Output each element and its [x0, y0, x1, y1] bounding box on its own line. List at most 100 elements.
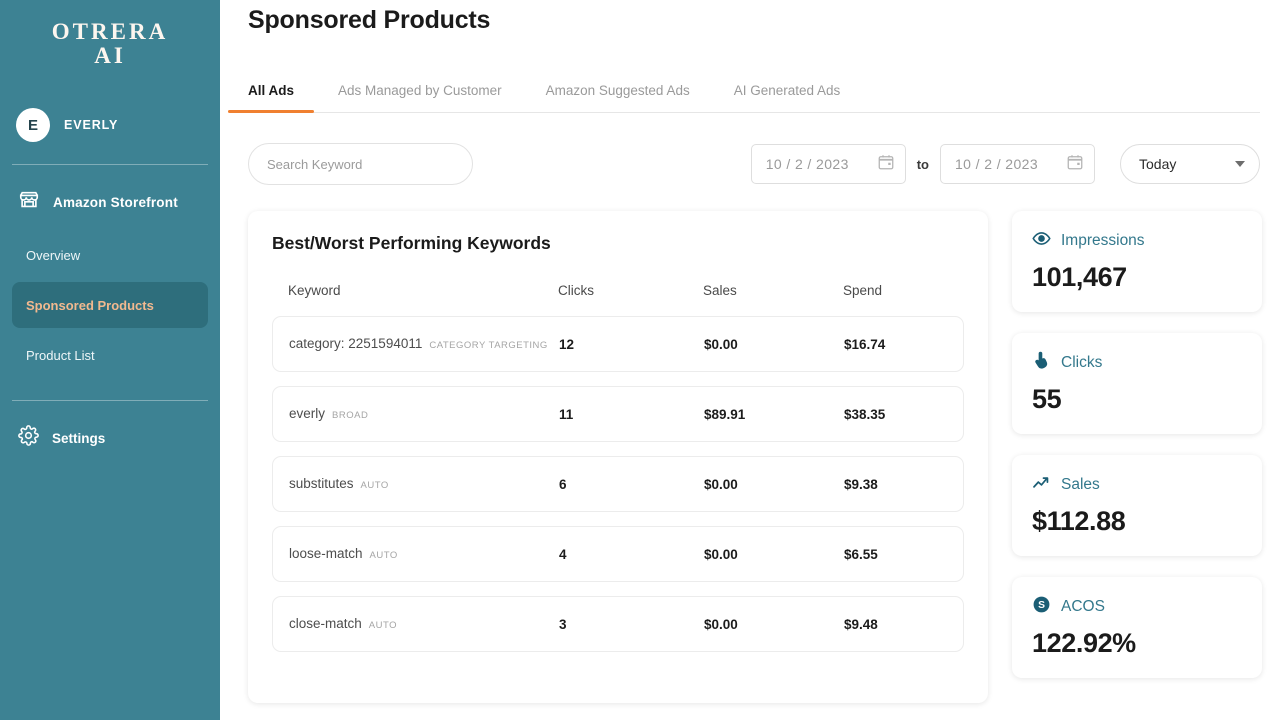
- row-spend-cell: $38.35: [844, 406, 886, 422]
- keywords-panel-title: Best/Worst Performing Keywords: [272, 233, 551, 253]
- table-row[interactable]: everly BROAD 11 $89.91 $38.35: [272, 386, 964, 442]
- search-input[interactable]: [248, 143, 473, 185]
- click-hand-icon: [1032, 351, 1051, 375]
- date-from-field[interactable]: 10 / 2 / 2023: [750, 144, 906, 184]
- row-clicks-cell: 3: [559, 616, 567, 632]
- row-keyword-cell: category: 2251594011 CATEGORY TARGETING: [289, 335, 559, 353]
- row-clicks-cell: 4: [559, 546, 567, 562]
- metric-card-impressions: Impressions 101,467: [1012, 211, 1262, 312]
- tab-all-ads-label: All Ads: [248, 83, 295, 98]
- table-row[interactable]: loose-match AUTO 4 $0.00 $6.55: [272, 526, 964, 582]
- app-root: OTRERA AI E EVERLY Amazon Storefront Ove…: [0, 0, 1280, 720]
- logo-line-1: OTRERA: [51, 19, 169, 44]
- metric-label: ACOS: [1061, 598, 1105, 615]
- tab-ads-managed-by-customer-label: Ads Managed by Customer: [338, 83, 502, 98]
- sidebar-settings-label: Settings: [52, 430, 106, 446]
- row-clicks-cell: 12: [559, 336, 575, 352]
- svg-text:S: S: [1038, 600, 1045, 611]
- tab-amazon-suggested-ads-label: Amazon Suggested Ads: [545, 83, 690, 98]
- row-keyword-name: substitutes: [289, 476, 354, 491]
- column-header-spend: Spend: [843, 283, 883, 298]
- row-match-type-badge: AUTO: [368, 620, 397, 631]
- row-sales-cell: $0.00: [704, 476, 738, 492]
- filter-bar: 10 / 2 / 2023 to 10 / 2 / 2023: [248, 143, 1260, 185]
- date-range-to-label: to: [916, 156, 929, 172]
- row-spend-cell: $16.74: [844, 336, 886, 352]
- tab-ai-generated-ads-label: AI Generated Ads: [733, 83, 841, 98]
- row-keyword-name: category: 2251594011: [289, 336, 423, 351]
- metric-label: Clicks: [1061, 354, 1103, 371]
- sidebar-item-settings[interactable]: Settings: [0, 425, 220, 451]
- tab-ai-generated-ads[interactable]: AI Generated Ads: [734, 83, 841, 112]
- date-from-value: 10 / 2 / 2023: [765, 156, 849, 172]
- metric-head: Impressions: [1032, 229, 1242, 253]
- tab-bar: All Ads Ads Managed by Customer Amazon S…: [227, 83, 1260, 113]
- column-header-clicks: Clicks: [558, 283, 594, 298]
- column-header-sales: Sales: [703, 283, 737, 298]
- row-keyword-cell: everly BROAD: [289, 405, 559, 423]
- row-clicks-cell: 11: [559, 406, 574, 422]
- date-to-field[interactable]: 10 / 2 / 2023: [940, 144, 1095, 184]
- date-range-select-value: Today: [1139, 156, 1177, 172]
- date-to-value: 10 / 2 / 2023: [955, 156, 1039, 172]
- table-row[interactable]: category: 2251594011 CATEGORY TARGETING 1…: [272, 316, 964, 372]
- metric-head: S ACOS: [1032, 595, 1242, 619]
- account-row[interactable]: E EVERLY: [0, 108, 220, 143]
- row-spend-cell: $9.48: [844, 616, 878, 632]
- row-sales-cell: $0.00: [704, 616, 738, 632]
- date-range-select[interactable]: Today: [1120, 144, 1260, 184]
- gear-icon: [18, 425, 39, 451]
- row-keyword-name: everly: [289, 406, 326, 421]
- sidebar-item-sponsored-products-label: Sponsored Products: [26, 297, 154, 313]
- metric-card-sales: Sales $112.88: [1012, 455, 1262, 556]
- row-sales-cell: $0.00: [704, 546, 738, 562]
- sidebar-subnav: Overview Sponsored Products Product List: [0, 232, 220, 378]
- row-keyword-name: close-match: [289, 616, 362, 631]
- row-spend-cell: $6.55: [844, 546, 878, 562]
- row-keyword-cell: substitutes AUTO: [289, 475, 559, 493]
- logo-line-2: AI: [94, 43, 126, 69]
- column-header-keyword: Keyword: [288, 283, 341, 298]
- sidebar-item-product-list[interactable]: Product List: [12, 332, 208, 378]
- sidebar-item-product-list-label: Product List: [26, 347, 95, 363]
- sidebar-item-amazon-storefront[interactable]: Amazon Storefront: [0, 189, 220, 216]
- row-match-type-badge: BROAD: [332, 410, 369, 421]
- tab-ads-managed-by-customer[interactable]: Ads Managed by Customer: [338, 83, 502, 112]
- sidebar-item-sponsored-products[interactable]: Sponsored Products: [12, 282, 208, 329]
- main-content: Sponsored Products All Ads Ads Managed b…: [220, 0, 1280, 720]
- sidebar-main-label: Amazon Storefront: [53, 195, 178, 211]
- eye-icon: [1032, 229, 1051, 253]
- sidebar-item-overview[interactable]: Overview: [12, 232, 208, 278]
- sidebar: OTRERA AI E EVERLY Amazon Storefront Ove…: [0, 0, 220, 720]
- app-logo: OTRERA AI: [0, 0, 220, 68]
- avatar: E: [16, 108, 50, 143]
- calendar-icon[interactable]: [877, 153, 895, 176]
- sidebar-divider-top: [12, 164, 208, 166]
- tab-all-ads[interactable]: All Ads: [227, 83, 315, 113]
- table-row[interactable]: close-match AUTO 3 $0.00 $9.48: [272, 596, 964, 652]
- metric-value: 101,467: [1032, 262, 1127, 292]
- metric-value: 122.92%: [1032, 628, 1136, 658]
- keywords-panel: Best/Worst Performing Keywords Keyword C…: [248, 211, 988, 703]
- metric-value: 55: [1032, 384, 1062, 414]
- storefront-icon: [18, 189, 40, 216]
- row-keyword-cell: loose-match AUTO: [289, 545, 559, 563]
- chevron-down-icon: [1235, 161, 1245, 167]
- metric-card-acos: S ACOS 122.92%: [1012, 577, 1262, 678]
- row-keyword-name: loose-match: [289, 546, 363, 561]
- metric-head: Sales: [1032, 473, 1242, 497]
- dollar-coin-icon: S: [1032, 595, 1051, 619]
- row-match-type-badge: AUTO: [369, 550, 398, 561]
- table-row[interactable]: substitutes AUTO 6 $0.00 $9.38: [272, 456, 964, 512]
- trend-up-icon: [1032, 473, 1051, 497]
- metric-value: $112.88: [1032, 506, 1126, 536]
- tab-amazon-suggested-ads[interactable]: Amazon Suggested Ads: [546, 83, 690, 112]
- metric-head: Clicks: [1032, 351, 1242, 375]
- metric-cards: Impressions 101,467 Clicks 55 Sales $112…: [1012, 211, 1262, 678]
- row-sales-cell: $0.00: [704, 336, 738, 352]
- sidebar-item-overview-label: Overview: [26, 247, 81, 263]
- calendar-icon[interactable]: [1066, 153, 1084, 176]
- metric-label: Sales: [1061, 476, 1100, 493]
- row-match-type-badge: CATEGORY TARGETING: [429, 340, 548, 351]
- account-name: EVERLY: [64, 118, 119, 133]
